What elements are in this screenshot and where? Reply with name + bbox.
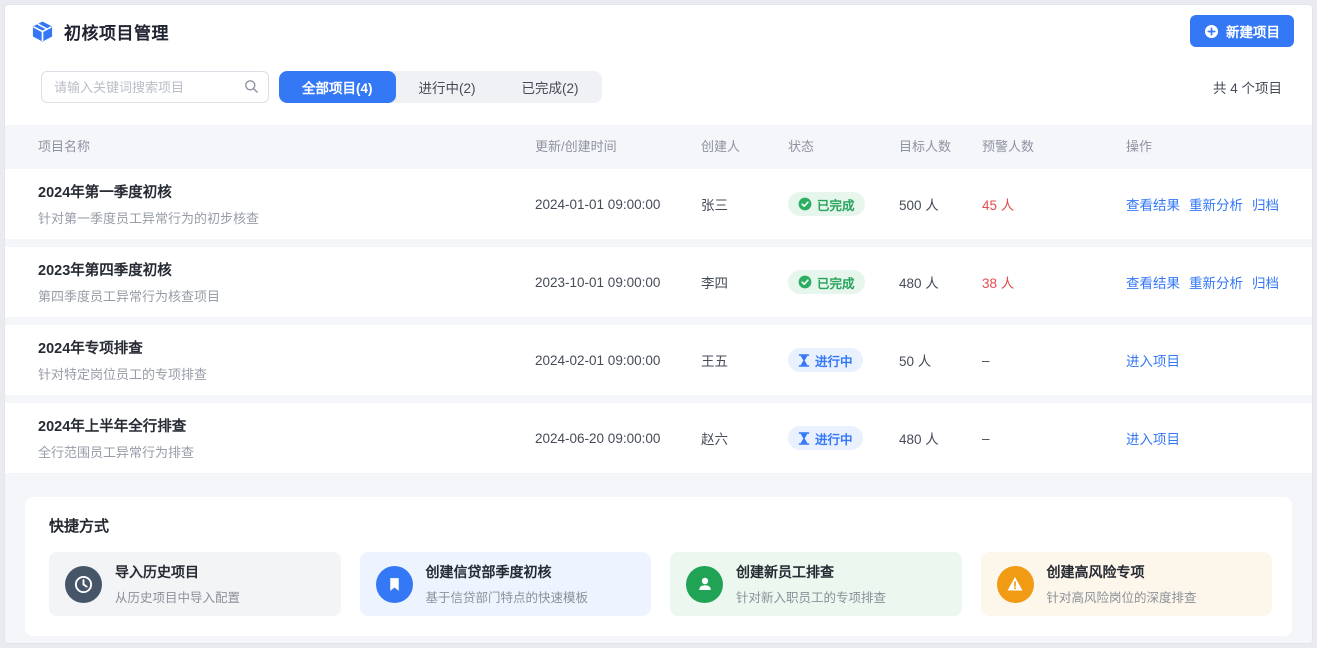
status-badge: 已完成 — [788, 270, 865, 294]
table-row: 2024年上半年全行排查 全行范围员工异常行为排查 2024-06-20 09:… — [5, 403, 1312, 473]
table-row: 2024年专项排查 针对特定岗位员工的专项排查 2024-02-01 09:00… — [5, 325, 1312, 395]
column-header-name: 项目名称 — [38, 136, 535, 155]
archive-link[interactable]: 归档 — [1252, 194, 1279, 214]
content-region: 项目名称 更新/创建时间 创建人 状态 目标人数 预警人数 操作 2024年第一… — [5, 125, 1312, 643]
project-warning-count: – — [982, 353, 1126, 368]
project-time: 2024-01-01 09:00:00 — [535, 197, 701, 212]
column-header-time: 更新/创建时间 — [535, 136, 701, 155]
shortcut-subtitle: 基于信贷部门特点的快速模板 — [426, 587, 589, 606]
table-header-row: 项目名称 更新/创建时间 创建人 状态 目标人数 预警人数 操作 — [5, 125, 1312, 165]
hourglass-icon — [798, 354, 810, 367]
project-title: 2024年第一季度初核 — [38, 181, 515, 202]
column-header-target: 目标人数 — [899, 136, 982, 155]
project-subtitle: 针对特定岗位员工的专项排查 — [38, 364, 515, 383]
project-title: 2023年第四季度初核 — [38, 259, 515, 280]
column-header-status: 状态 — [788, 136, 899, 155]
shortcut-title: 创建高风险专项 — [1047, 562, 1197, 582]
search-box — [41, 71, 269, 103]
tab-completed[interactable]: 已完成(2) — [499, 71, 602, 103]
check-circle-icon — [798, 197, 812, 211]
project-subtitle: 针对第一季度员工异常行为的初步核查 — [38, 208, 515, 227]
shortcut-new-employee-check[interactable]: 创建新员工排查 针对新入职员工的专项排查 — [670, 552, 962, 616]
project-creator: 李四 — [701, 272, 788, 292]
page-title: 初核项目管理 — [64, 19, 169, 44]
filter-tabs: 全部项目(4) 进行中(2) 已完成(2) — [279, 71, 602, 103]
status-badge: 进行中 — [788, 348, 863, 372]
new-project-button-label: 新建项目 — [1226, 21, 1280, 41]
shortcut-credit-dept-review[interactable]: 创建信贷部季度初核 基于信贷部门特点的快速模板 — [360, 552, 652, 616]
page-header: 初核项目管理 新建项目 — [5, 5, 1312, 57]
status-badge: 已完成 — [788, 192, 865, 216]
column-header-warning: 预警人数 — [982, 136, 1126, 155]
shortcut-title: 创建新员工排查 — [736, 562, 886, 582]
project-time: 2023-10-01 09:00:00 — [535, 275, 701, 290]
bookmark-icon — [376, 566, 413, 603]
status-badge-label: 进行中 — [815, 351, 853, 370]
toolbar: 全部项目(4) 进行中(2) 已完成(2) 共 4 个项目 — [5, 57, 1312, 103]
project-target-count: 480 人 — [899, 428, 982, 448]
status-badge: 进行中 — [788, 426, 863, 450]
hourglass-icon — [798, 432, 810, 445]
archive-link[interactable]: 归档 — [1252, 272, 1279, 292]
project-warning-count: – — [982, 431, 1126, 446]
column-header-creator: 创建人 — [701, 136, 788, 155]
search-input[interactable] — [41, 71, 269, 103]
warning-icon — [997, 566, 1034, 603]
tab-in-progress[interactable]: 进行中(2) — [396, 71, 499, 103]
project-creator: 王五 — [701, 350, 788, 370]
shortcut-title: 创建信贷部季度初核 — [426, 562, 589, 582]
plus-circle-icon — [1204, 24, 1219, 39]
project-warning-count: 38 人 — [982, 272, 1126, 292]
shortcut-title: 导入历史项目 — [115, 562, 240, 582]
table-row: 2024年第一季度初核 针对第一季度员工异常行为的初步核查 2024-01-01… — [5, 169, 1312, 239]
project-list: 2024年第一季度初核 针对第一季度员工异常行为的初步核查 2024-01-01… — [5, 165, 1312, 473]
shortcuts-section: 快捷方式 导入历史项目 从历史项目中导入配置 — [25, 497, 1292, 636]
table-row: 2023年第四季度初核 第四季度员工异常行为核查项目 2023-10-01 09… — [5, 247, 1312, 317]
shortcut-subtitle: 从历史项目中导入配置 — [115, 587, 240, 606]
project-time: 2024-02-01 09:00:00 — [535, 353, 701, 368]
user-icon — [686, 566, 723, 603]
clock-icon — [65, 566, 102, 603]
project-warning-count: 45 人 — [982, 194, 1126, 214]
project-time: 2024-06-20 09:00:00 — [535, 431, 701, 446]
project-creator: 张三 — [701, 194, 788, 214]
shortcut-subtitle: 针对高风险岗位的深度排查 — [1047, 587, 1197, 606]
enter-project-link[interactable]: 进入项目 — [1126, 428, 1180, 448]
project-title: 2024年上半年全行排查 — [38, 415, 515, 436]
project-target-count: 500 人 — [899, 194, 982, 214]
project-target-count: 480 人 — [899, 272, 982, 292]
project-creator: 赵六 — [701, 428, 788, 448]
new-project-button[interactable]: 新建项目 — [1190, 15, 1294, 47]
main-panel: 初核项目管理 新建项目 全部项目(4) 进行中(2) 已完成(2) 共 4 个项… — [4, 4, 1313, 644]
cube-logo-icon — [31, 20, 54, 43]
shortcut-import-history[interactable]: 导入历史项目 从历史项目中导入配置 — [49, 552, 341, 616]
status-badge-label: 已完成 — [817, 273, 855, 292]
check-circle-icon — [798, 275, 812, 289]
shortcut-high-risk-special[interactable]: 创建高风险专项 针对高风险岗位的深度排查 — [981, 552, 1273, 616]
shortcuts-title: 快捷方式 — [49, 515, 1272, 536]
project-target-count: 50 人 — [899, 350, 982, 370]
enter-project-link[interactable]: 进入项目 — [1126, 350, 1180, 370]
column-header-actions: 操作 — [1126, 136, 1288, 155]
tab-all-projects[interactable]: 全部项目(4) — [279, 71, 396, 103]
search-icon — [244, 79, 259, 94]
status-badge-label: 进行中 — [815, 429, 853, 448]
reanalyze-link[interactable]: 重新分析 — [1189, 272, 1243, 292]
project-subtitle: 全行范围员工异常行为排查 — [38, 442, 515, 461]
project-title: 2024年专项排查 — [38, 337, 515, 358]
reanalyze-link[interactable]: 重新分析 — [1189, 194, 1243, 214]
view-results-link[interactable]: 查看结果 — [1126, 194, 1180, 214]
project-subtitle: 第四季度员工异常行为核查项目 — [38, 286, 515, 305]
view-results-link[interactable]: 查看结果 — [1126, 272, 1180, 292]
project-total-count: 共 4 个项目 — [1213, 77, 1286, 97]
shortcut-subtitle: 针对新入职员工的专项排查 — [736, 587, 886, 606]
status-badge-label: 已完成 — [817, 195, 855, 214]
